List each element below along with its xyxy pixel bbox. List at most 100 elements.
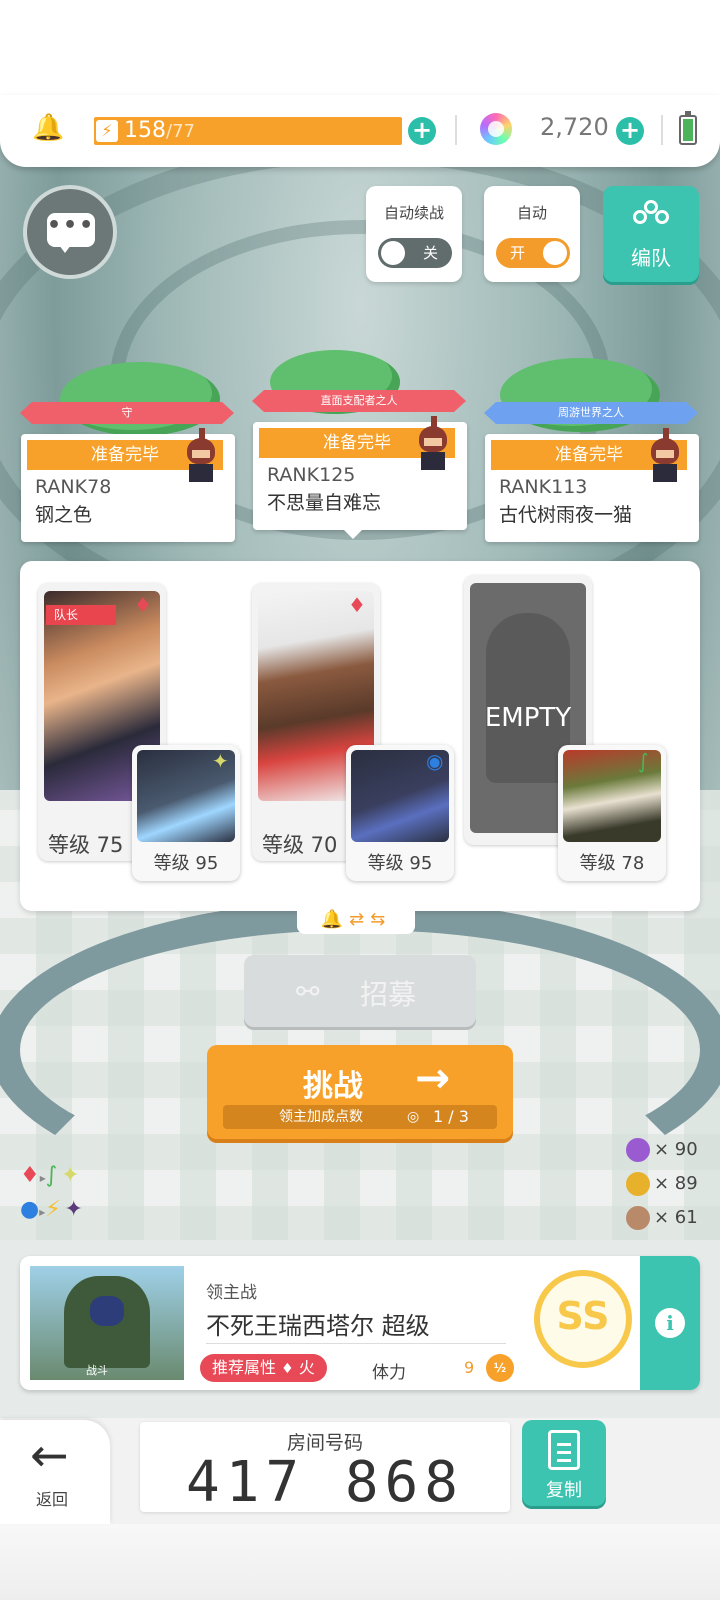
player-name: 钢之色 xyxy=(35,504,93,526)
boss-face xyxy=(90,1296,124,1326)
hero-level: 等级 75 xyxy=(48,833,124,857)
battery-icon xyxy=(679,111,697,145)
stamina-value: 9 xyxy=(464,1358,475,1377)
copy-button[interactable]: 复制 xyxy=(522,1420,606,1506)
team-formation-button[interactable]: 编队 xyxy=(603,186,699,282)
pet-card[interactable]: ∫ 等级 78 xyxy=(558,745,666,881)
player-card[interactable]: 准备完毕 RANK113 古代树雨夜一猫 xyxy=(485,428,699,542)
switch-state: 关 xyxy=(422,244,438,262)
status-bar: 🔔 ⚡ 158/77 + 2,720 + xyxy=(0,95,720,167)
arrow-right-icon: → xyxy=(415,1053,451,1102)
recommended-element-badge: 推荐属性 ♦ 火 xyxy=(200,1354,327,1382)
pet-level: 等级 78 xyxy=(579,853,645,874)
recruit-button[interactable]: ⚯ 招募 xyxy=(244,955,476,1027)
auto-toggle-card: 自动 开 xyxy=(484,186,580,282)
boss-kicker: 领主战 xyxy=(206,1283,257,1303)
boss-art-tag: 战斗 xyxy=(86,1364,108,1377)
player-card[interactable]: 准备完毕 RANK78 钢之色 xyxy=(21,428,235,542)
player-name: 古代树雨夜一猫 xyxy=(499,504,633,526)
auto-continue-toggle-card: 自动续战 关 xyxy=(366,186,462,282)
boss-name: 不死王瑞西塔尔 超级 xyxy=(206,1312,430,1340)
water-lightning-dark-row: ●▸⚡ ✦ xyxy=(20,1197,83,1222)
room-number: 417 868 xyxy=(185,1450,464,1515)
switch-knob xyxy=(543,241,567,265)
player-avatar-sprite xyxy=(411,416,455,472)
selected-player-pointer xyxy=(342,528,364,539)
arrow-left-icon: ← xyxy=(30,1428,69,1482)
switch-state: 开 xyxy=(510,244,526,262)
team-icon xyxy=(633,200,669,232)
grade-badge: SS xyxy=(534,1270,632,1368)
lightning-icon: ⚡ xyxy=(96,120,118,142)
copy-label: 复制 xyxy=(546,1480,582,1501)
challenge-label: 挑战 xyxy=(303,1069,363,1104)
resource-purple: × 90 xyxy=(626,1138,698,1162)
recruit-label: 招募 xyxy=(360,978,417,1011)
auto-continue-switch[interactable]: 关 xyxy=(378,238,452,268)
pet-card[interactable]: ✦ 等级 95 xyxy=(132,745,240,881)
bronze-coin-icon xyxy=(626,1206,650,1230)
half-stamina-badge: ½ xyxy=(486,1354,514,1382)
bonus-icon: ◎ xyxy=(407,1109,420,1125)
gem-count: 2,720 xyxy=(540,113,609,141)
fire-element-icon: ♦ xyxy=(281,1361,294,1377)
lord-bonus-bar: 领主加成点数 ◎ 1 / 3 xyxy=(223,1105,497,1129)
bottom-strip xyxy=(0,1524,720,1600)
pet-level: 等级 95 xyxy=(153,853,219,874)
boss-info-button[interactable]: i xyxy=(640,1256,700,1390)
gold-coin-icon xyxy=(626,1172,650,1196)
auto-switch[interactable]: 开 xyxy=(496,238,570,268)
leader-tag: 队长 xyxy=(46,605,116,625)
share-icon: ⚯ xyxy=(296,975,320,1008)
purple-coin-icon xyxy=(626,1138,650,1162)
divider xyxy=(661,115,663,145)
resource-gold: × 89 xyxy=(626,1172,698,1196)
hero-level: 等级 70 xyxy=(262,833,338,857)
gem-icon xyxy=(480,113,512,145)
fire-element-icon: ♦ xyxy=(134,593,152,617)
team-panel: 队长 ♦ 等级 75 ✦ 等级 95 ♦ 等级 70 ◉ 等级 95 EMPTY… xyxy=(20,561,700,911)
stamina-label: 体力 xyxy=(372,1363,406,1383)
water-element-icon: ◉ xyxy=(426,749,444,773)
pet-card[interactable]: ◉ 等级 95 xyxy=(346,745,454,881)
lord-bonus-label: 领主加成点数 xyxy=(279,1109,363,1125)
element-relationship-legend[interactable]: ♦▸∫ ✦ ●▸⚡ ✦ xyxy=(20,1160,130,1230)
add-gem-button[interactable]: + xyxy=(616,117,644,145)
info-icon: i xyxy=(655,1308,685,1338)
back-button[interactable]: ← 返回 xyxy=(0,1420,110,1524)
player-title-ribbon: 直面支配者之人 xyxy=(252,390,466,412)
back-label: 返回 xyxy=(36,1490,69,1509)
grade-text: SS xyxy=(556,1294,610,1338)
add-energy-button[interactable]: + xyxy=(408,117,436,145)
player-rank: RANK125 xyxy=(267,464,356,486)
energy-bar: ⚡ 158/77 xyxy=(94,117,402,145)
divider xyxy=(206,1343,506,1344)
top-area xyxy=(0,0,720,108)
pet-level: 等级 95 xyxy=(367,853,433,874)
divider xyxy=(455,115,457,145)
team-formation-label: 编队 xyxy=(631,246,671,270)
challenge-button[interactable]: 挑战 → 领主加成点数 ◎ 1 / 3 xyxy=(207,1045,513,1139)
notification-bell-icon[interactable]: 🔔 xyxy=(32,113,64,143)
auto-continue-label: 自动续战 xyxy=(383,204,444,222)
player-title-ribbon: 守 xyxy=(20,402,234,424)
player-avatar-sprite xyxy=(179,428,223,484)
room-number-box: 房间号码 417 868 xyxy=(140,1422,510,1515)
player-card[interactable]: 准备完毕 RANK125 不思量自难忘 xyxy=(253,416,467,530)
boss-portrait: 战斗 xyxy=(30,1266,184,1380)
lord-bonus-value: 1 / 3 xyxy=(433,1107,469,1126)
fire-nature-light-row: ♦▸∫ ✦ xyxy=(20,1163,80,1188)
resource-bronze: × 61 xyxy=(626,1206,698,1230)
boss-panel[interactable]: 战斗 领主战 不死王瑞西塔尔 超级 推荐属性 ♦ 火 体力 9 ½ SS i xyxy=(20,1256,700,1390)
light-element-icon: ✦ xyxy=(212,749,229,773)
nature-element-icon: ∫ xyxy=(638,749,649,773)
team-option-icons[interactable]: 🔔⇄⇆ xyxy=(297,906,415,934)
player-avatar-sprite xyxy=(643,428,687,484)
energy-value: 158/77 xyxy=(124,118,195,143)
switch-knob xyxy=(381,241,405,265)
player-name: 不思量自难忘 xyxy=(267,492,382,514)
clipboard-icon xyxy=(548,1430,580,1470)
tree-decoration xyxy=(60,362,220,436)
chat-bubble-icon: ••• xyxy=(47,213,95,253)
chat-button[interactable]: ••• xyxy=(23,185,117,279)
